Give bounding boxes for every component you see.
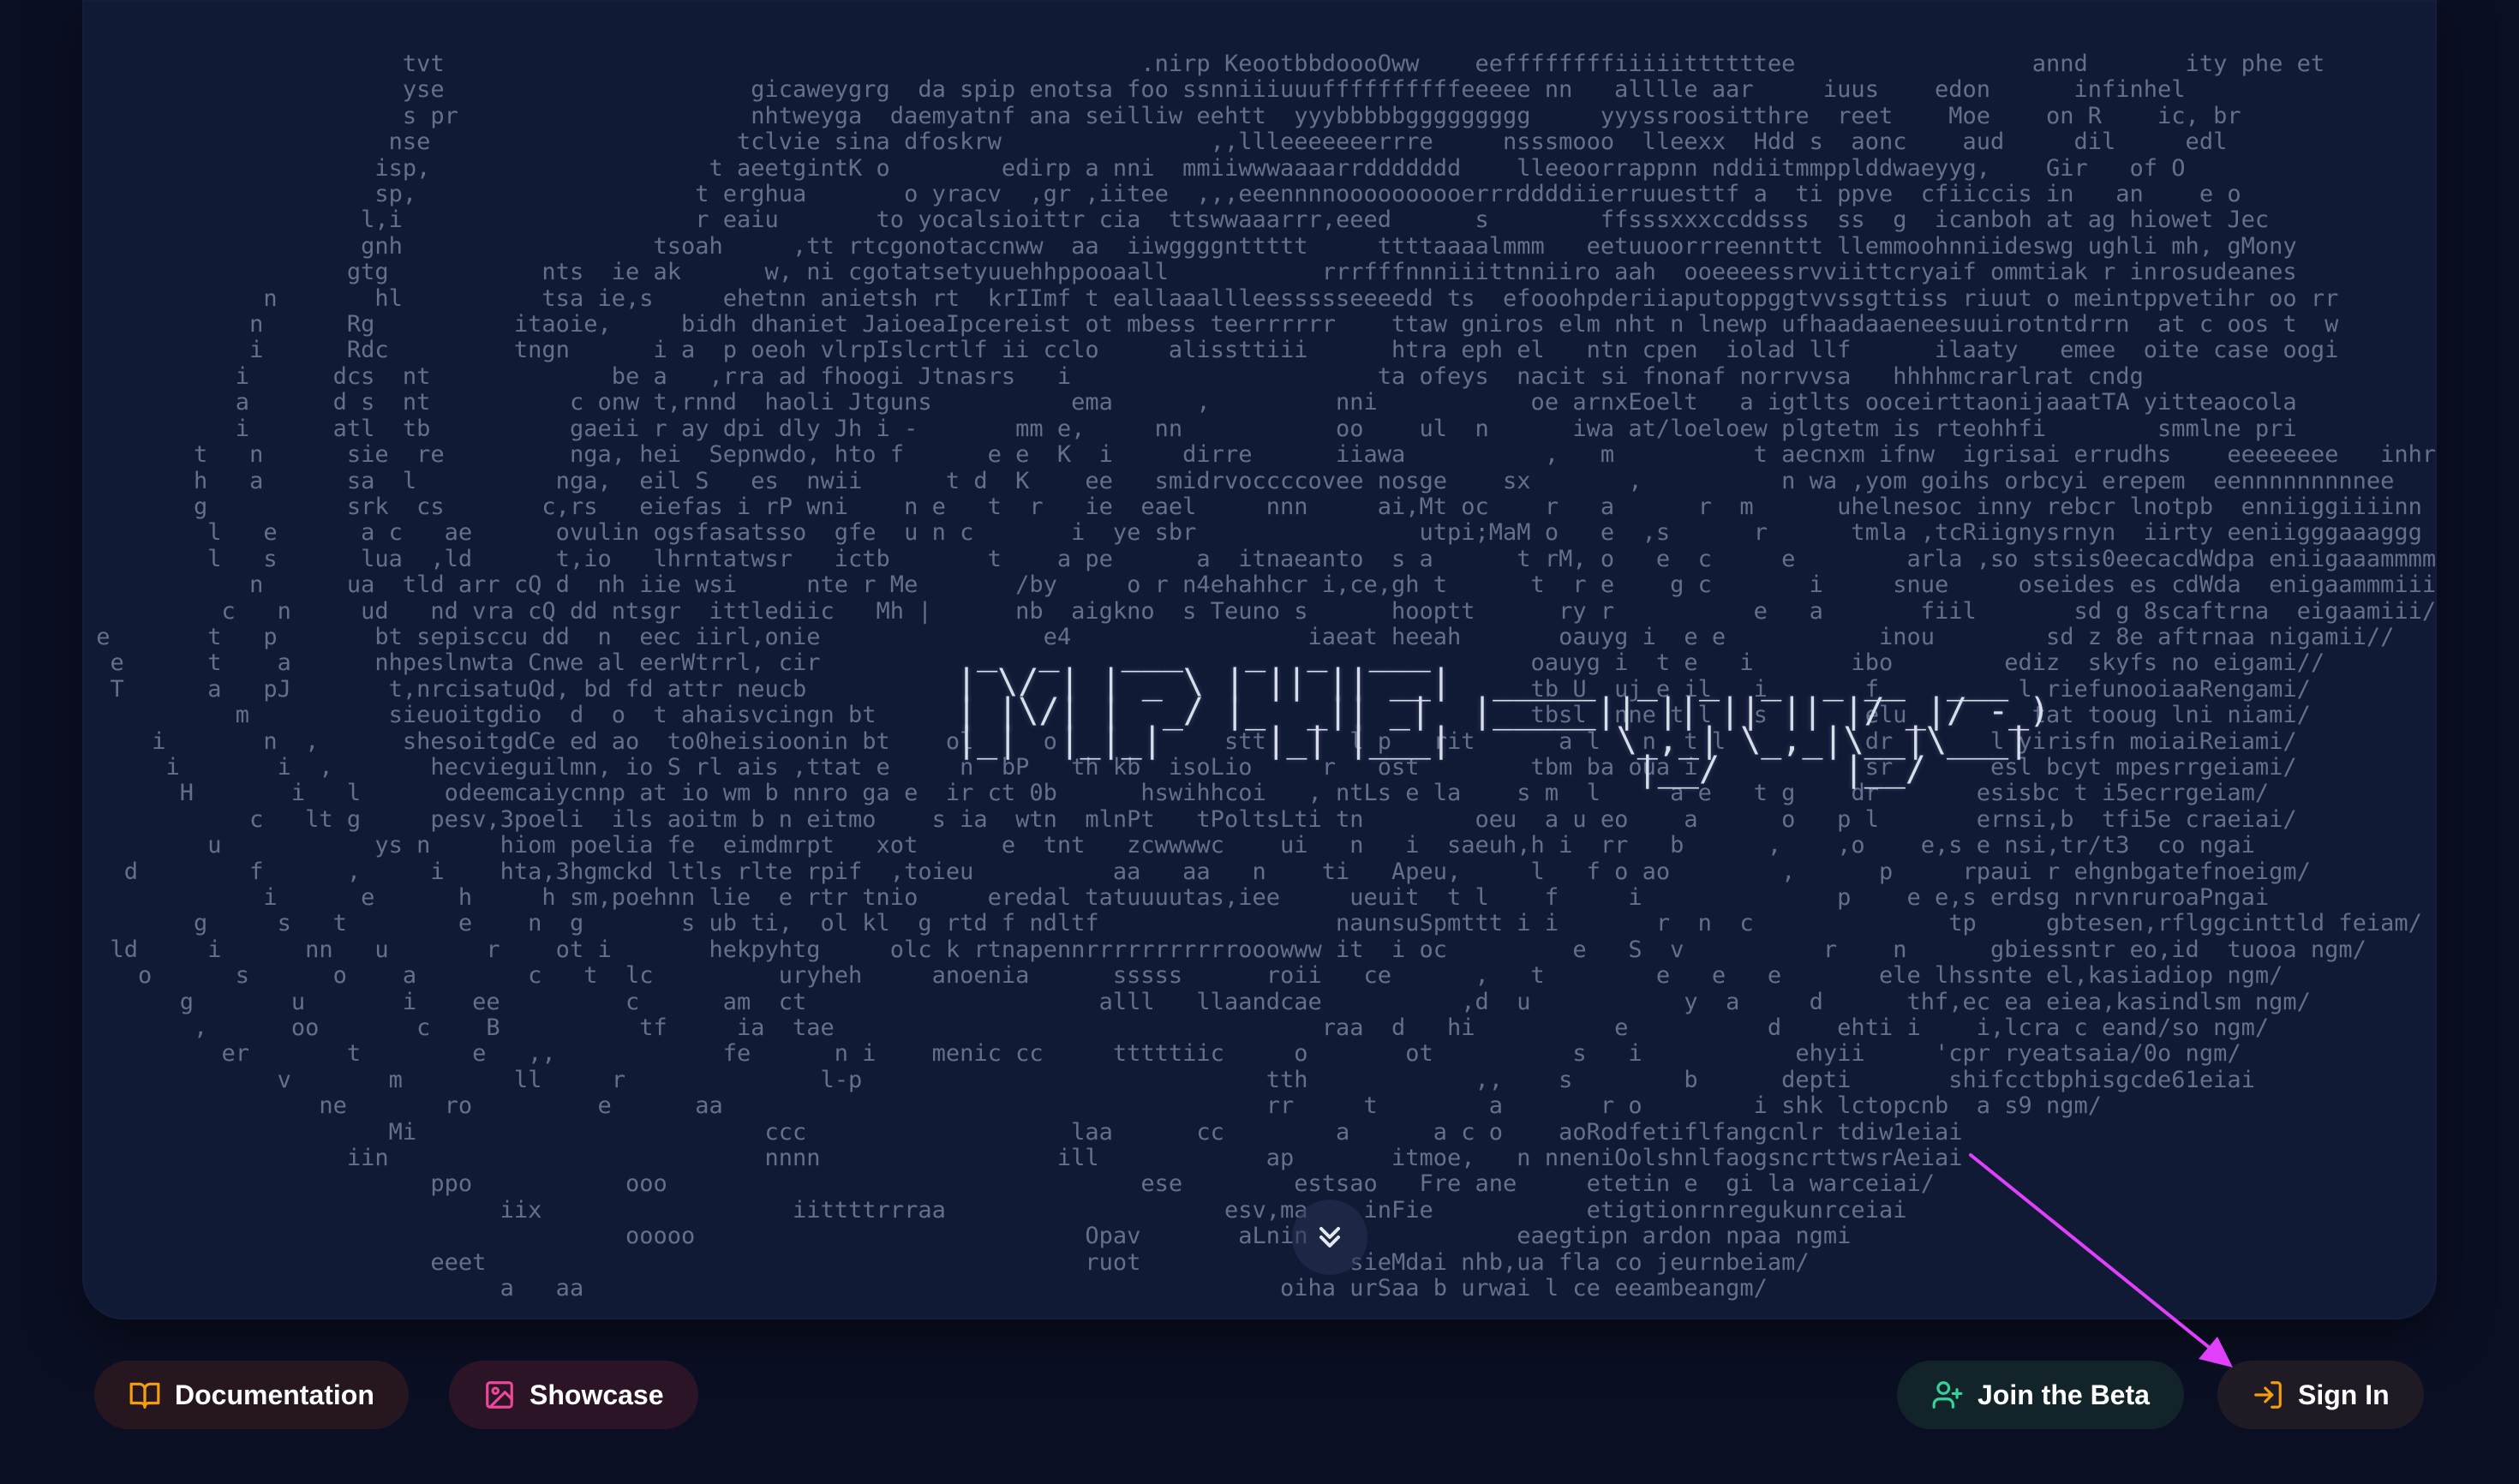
documentation-label: Documentation — [175, 1379, 374, 1410]
join-beta-label: Join the Beta — [1978, 1379, 2150, 1410]
log-in-icon — [2254, 1381, 2282, 1409]
image-icon — [486, 1381, 513, 1409]
join-beta-button[interactable]: Join the Beta — [1897, 1361, 2184, 1429]
hero-panel: tvt .nirp KeootbbdoooOww eeffffffffiiiii… — [82, 0, 2437, 1319]
documentation-button[interactable]: Documentation — [94, 1361, 409, 1429]
scroll-down-button[interactable] — [1292, 1200, 1367, 1275]
ascii-logo: _ _ ___ _ _ ___ | \/ | | _ \ | || || __|… — [956, 633, 2050, 789]
showcase-button[interactable]: Showcase — [449, 1361, 698, 1429]
sign-in-label: Sign In — [2298, 1379, 2390, 1410]
user-plus-icon — [1932, 1381, 1963, 1409]
showcase-label: Showcase — [530, 1379, 664, 1410]
chevrons-down-icon — [1319, 1227, 1340, 1248]
sign-in-button[interactable]: Sign In — [2217, 1361, 2424, 1429]
book-open-icon — [129, 1382, 160, 1409]
